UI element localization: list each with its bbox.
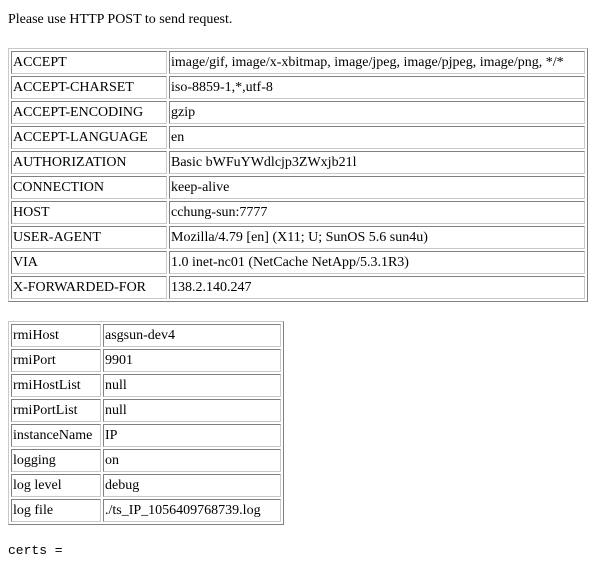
config-name: rmiPortList — [11, 399, 101, 422]
header-value: en — [169, 126, 585, 149]
config-value: ./ts_IP_1056409768739.log — [103, 499, 281, 522]
table-row: ACCEPT-CHARSET iso-8859-1,*,utf-8 — [11, 76, 585, 99]
header-value: Mozilla/4.79 [en] (X11; U; SunOS 5.6 sun… — [169, 226, 585, 249]
table-row: ACCEPT-LANGUAGE en — [11, 126, 585, 149]
table-row: rmiHost asgsun-dev4 — [11, 324, 281, 347]
config-name: log file — [11, 499, 101, 522]
request-headers-table: ACCEPT image/gif, image/x-xbitmap, image… — [8, 48, 588, 302]
table-row: rmiPort 9901 — [11, 349, 281, 372]
config-value: IP — [103, 424, 281, 447]
table-row: logging on — [11, 449, 281, 472]
header-name: ACCEPT-CHARSET — [11, 76, 167, 99]
config-value: asgsun-dev4 — [103, 324, 281, 347]
header-value: image/gif, image/x-xbitmap, image/jpeg, … — [169, 51, 585, 74]
header-name: VIA — [11, 251, 167, 274]
table-row: AUTHORIZATION Basic bWFuYWdlcjp3ZWxjb21l — [11, 151, 585, 174]
config-name: rmiHost — [11, 324, 101, 347]
table-row: log level debug — [11, 474, 281, 497]
header-value: gzip — [169, 101, 585, 124]
table-row: HOST cchung-sun:7777 — [11, 201, 585, 224]
header-value: cchung-sun:7777 — [169, 201, 585, 224]
header-value: 1.0 inet-nc01 (NetCache NetApp/5.3.1R3) — [169, 251, 585, 274]
header-name: ACCEPT-LANGUAGE — [11, 126, 167, 149]
config-name: rmiHostList — [11, 374, 101, 397]
header-name: CONNECTION — [11, 176, 167, 199]
config-name: instanceName — [11, 424, 101, 447]
config-name: rmiPort — [11, 349, 101, 372]
config-value: null — [103, 399, 281, 422]
header-value: Basic bWFuYWdlcjp3ZWxjb21l — [169, 151, 585, 174]
config-value: debug — [103, 474, 281, 497]
certs-output: certs = — [8, 543, 63, 558]
header-name: AUTHORIZATION — [11, 151, 167, 174]
config-name: log level — [11, 474, 101, 497]
table-row: X-FORWARDED-FOR 138.2.140.247 — [11, 276, 585, 299]
table-row: CONNECTION keep-alive — [11, 176, 585, 199]
header-value: iso-8859-1,*,utf-8 — [169, 76, 585, 99]
table-row: ACCEPT image/gif, image/x-xbitmap, image… — [11, 51, 585, 74]
header-name: ACCEPT-ENCODING — [11, 101, 167, 124]
table-row: log file ./ts_IP_1056409768739.log — [11, 499, 281, 522]
header-name: USER-AGENT — [11, 226, 167, 249]
table-row: VIA 1.0 inet-nc01 (NetCache NetApp/5.3.1… — [11, 251, 585, 274]
config-value: 9901 — [103, 349, 281, 372]
header-value: keep-alive — [169, 176, 585, 199]
intro-message: Please use HTTP POST to send request. — [8, 12, 233, 27]
table-row: rmiPortList null — [11, 399, 281, 422]
table-row: instanceName IP — [11, 424, 281, 447]
header-value: 138.2.140.247 — [169, 276, 585, 299]
server-config-table: rmiHost asgsun-dev4 rmiPort 9901 rmiHost… — [8, 321, 284, 525]
config-value: on — [103, 449, 281, 472]
table-row: rmiHostList null — [11, 374, 281, 397]
header-name: HOST — [11, 201, 167, 224]
table-row: ACCEPT-ENCODING gzip — [11, 101, 585, 124]
table-row: USER-AGENT Mozilla/4.79 [en] (X11; U; Su… — [11, 226, 585, 249]
config-name: logging — [11, 449, 101, 472]
header-name: ACCEPT — [11, 51, 167, 74]
header-name: X-FORWARDED-FOR — [11, 276, 167, 299]
config-value: null — [103, 374, 281, 397]
